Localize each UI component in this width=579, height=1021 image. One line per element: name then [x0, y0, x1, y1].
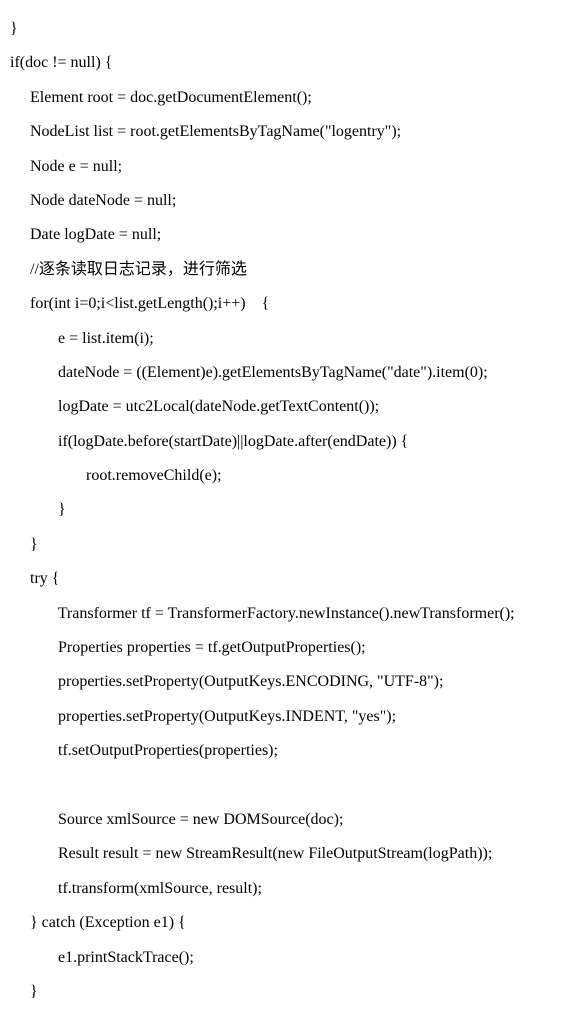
code-line: properties.setProperty(OutputKeys.INDENT…	[10, 700, 569, 734]
code-line: }	[10, 493, 569, 527]
code-line: e = list.item(i);	[10, 322, 569, 356]
code-line: tf.setOutputProperties(properties);	[10, 734, 569, 768]
code-line: tf.transform(xmlSource, result);	[10, 872, 569, 906]
code-line: }	[10, 12, 569, 46]
code-line: //逐条读取日志记录，进行筛选	[10, 253, 569, 287]
code-line: e1.printStackTrace();	[10, 941, 569, 975]
code-line: if(doc != null) {	[10, 46, 569, 80]
code-line: Transformer tf = TransformerFactory.newI…	[10, 597, 569, 631]
code-line: Source xmlSource = new DOMSource(doc);	[10, 803, 569, 837]
code-line	[10, 769, 569, 803]
code-line: try {	[10, 562, 569, 596]
code-line: Properties properties = tf.getOutputProp…	[10, 631, 569, 665]
code-line: Date logDate = null;	[10, 218, 569, 252]
code-line: Element root = doc.getDocumentElement();	[10, 81, 569, 115]
code-line: }	[10, 528, 569, 562]
code-line: Result result = new StreamResult(new Fil…	[10, 837, 569, 871]
code-block: }if(doc != null) { Element root = doc.ge…	[10, 12, 569, 1009]
code-line: if(logDate.before(startDate)||logDate.af…	[10, 425, 569, 459]
code-line: for(int i=0;i<list.getLength();i++) {	[10, 287, 569, 321]
code-line: dateNode = ((Element)e).getElementsByTag…	[10, 356, 569, 390]
code-line: }	[10, 975, 569, 1009]
code-line: properties.setProperty(OutputKeys.ENCODI…	[10, 665, 569, 699]
code-line: NodeList list = root.getElementsByTagNam…	[10, 115, 569, 149]
code-line: Node dateNode = null;	[10, 184, 569, 218]
code-line: } catch (Exception e1) {	[10, 906, 569, 940]
code-line: root.removeChild(e);	[10, 459, 569, 493]
code-line: Node e = null;	[10, 150, 569, 184]
code-line: logDate = utc2Local(dateNode.getTextCont…	[10, 390, 569, 424]
